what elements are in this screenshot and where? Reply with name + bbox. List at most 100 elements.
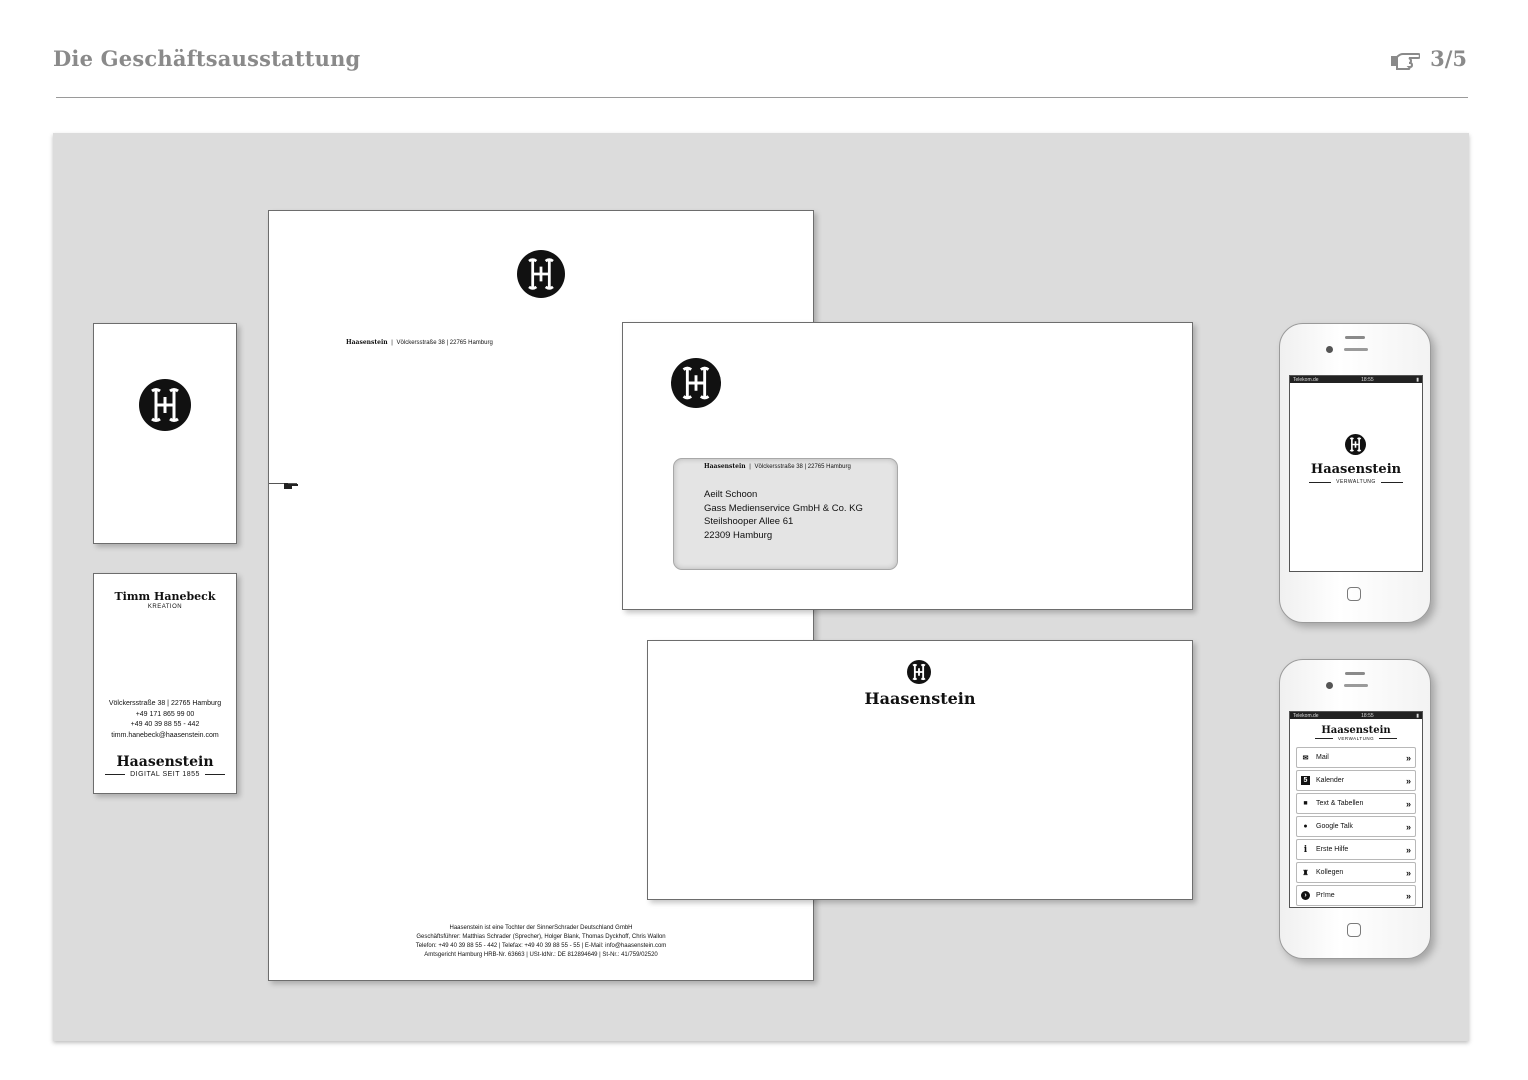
chevron-right-icon: » [1405, 890, 1411, 901]
mockup-board: Timm Hanebeck KREATION Völckersstraße 38… [53, 133, 1469, 1041]
subtitle-rule-right [1379, 738, 1398, 739]
card-name: Timm Hanebeck [114, 590, 216, 603]
haasenstein-logo-icon [139, 379, 191, 431]
chevron-right-icon: » [1405, 821, 1411, 832]
footer-line-3: Telefon: +49 40 39 88 55 - 442 | Telefax… [415, 943, 667, 949]
chat-bubble-icon: ● [1303, 823, 1308, 830]
mail-icon: ✉ [1302, 754, 1309, 762]
haasenstein-logo-icon [1345, 434, 1366, 455]
menu-item-google-talk[interactable]: ● Google Talk » [1296, 816, 1416, 837]
footer-line-1: Haasenstein ist eine Tochter der SinnerS… [449, 925, 633, 931]
phone-camera [1326, 682, 1333, 689]
chevron-right-icon: » [1405, 752, 1411, 763]
document-icon: ■ [1303, 800, 1308, 807]
envelope-sender-line: Haasenstein | Völckersstraße 38 | 22765 … [704, 463, 851, 470]
letterhead-footer: Haasenstein ist eine Tochter der SinnerS… [269, 924, 813, 960]
envelope-separator: | [749, 464, 751, 470]
card-email: timm.hanebeck@haasenstein.com [111, 731, 219, 739]
menu-subtitle-text: VERWALTUNG [1337, 736, 1375, 741]
home-button[interactable] [1347, 587, 1361, 601]
people-icon: ♜ [1302, 869, 1309, 877]
info-icon: i [1303, 844, 1308, 855]
menu-item-text-tabellen[interactable]: ■ Text & Tabellen » [1296, 793, 1416, 814]
footer-line-4: Amtsgericht Hamburg HRB-Nr. 63663 | USt-… [424, 952, 658, 958]
phone-camera [1326, 346, 1333, 353]
menu-item-mail[interactable]: ✉ Mail » [1296, 747, 1416, 768]
recipient-city: 22309 Hamburg [704, 529, 773, 541]
chevron-right-icon: » [1405, 844, 1411, 855]
envelope-sender-brand: Haasenstein [704, 463, 746, 470]
menu-item-label: Kalender [1316, 777, 1345, 784]
card-phone-mobile: +49 171 865 99 00 [135, 710, 195, 718]
envelope-back: Haasenstein [647, 640, 1193, 900]
battery-icon: ▮ [1416, 712, 1419, 719]
menu-item-kollegen[interactable]: ♜ Kollegen » [1296, 862, 1416, 883]
envelope-sender-address: Völckersstraße 38 | 22765 Hamburg [754, 464, 851, 470]
subtitle-rule-left [1309, 481, 1332, 483]
recipient-street: Steilshooper Allee 61 [704, 516, 794, 527]
letterhead-sender-brand: Haasenstein [346, 339, 388, 346]
splash-subtitle: VERWALTUNG [1290, 479, 1422, 485]
menu-item-label: Text & Tabellen [1316, 800, 1364, 807]
recipient-address: Aeilt Schoon Gass Medienservice GmbH & C… [704, 488, 863, 542]
envelope-back-brand: Haasenstein [864, 689, 976, 708]
menu-item-label: Mail [1316, 754, 1329, 761]
letterhead-separator: | [391, 340, 393, 346]
status-carrier: Telekom.de [1293, 712, 1319, 719]
subtitle-rule-right [1380, 481, 1403, 483]
card-phone-office: +49 40 39 88 55 - 442 [130, 721, 200, 728]
subtitle-rule-left [1314, 738, 1333, 739]
business-card-back: Timm Hanebeck KREATION Völckersstraße 38… [93, 573, 237, 794]
menu-subtitle: VERWALTUNG [1290, 736, 1422, 741]
envelope-window: Haasenstein | Völckersstraße 38 | 22765 … [622, 322, 1193, 610]
address-window: Haasenstein | Völckersstraße 38 | 22765 … [673, 458, 898, 570]
home-button[interactable] [1347, 923, 1361, 937]
splash-brand: Haasenstein [1310, 462, 1402, 477]
footer-line-2: Geschäftsführer: Matthias Schrader (Spre… [416, 934, 666, 940]
recipient-company: Gass Medienservice GmbH & Co. KG [704, 502, 863, 514]
status-time: 18:55 [1361, 712, 1374, 719]
recipient-name: Aeilt Schoon [704, 489, 758, 500]
status-bar: Telekom.de 18:55 ▮ [1290, 376, 1422, 383]
haasenstein-logo-icon [517, 250, 565, 298]
menu-item-label: Google Talk [1316, 823, 1353, 830]
haasenstein-logo-icon [907, 660, 931, 684]
card-role: KREATION [147, 604, 183, 610]
calendar-icon: 5 [1301, 776, 1310, 785]
phone-splash: Telekom.de 18:55 ▮ Haasenstein VERWALTUN… [1279, 323, 1431, 623]
pointing-hand-icon [284, 483, 298, 489]
menu-item-label: Pr!me [1316, 892, 1335, 899]
letterhead-sender-line: Haasenstein | Völckersstraße 38 | 22765 … [346, 339, 493, 346]
phone-speaker [1345, 672, 1365, 675]
menu-item-label: Kollegen [1316, 869, 1344, 876]
status-carrier: Telekom.de [1293, 376, 1319, 383]
haasenstein-logo-icon [671, 358, 721, 408]
splash-subtitle-text: VERWALTUNG [1336, 479, 1376, 485]
status-bar: Telekom.de 18:55 ▮ [1290, 712, 1422, 719]
header-divider [56, 97, 1468, 98]
menu-item-label: Erste Hilfe [1316, 846, 1349, 853]
prime-icon: › [1301, 891, 1310, 900]
card-tagline-text: DIGITAL SEIT 1855 [130, 771, 200, 778]
menu-item-prime[interactable]: › Pr!me » [1296, 885, 1416, 906]
business-card-front [93, 323, 237, 544]
card-brand: Haasenstein [116, 754, 214, 770]
card-contact: Völckersstraße 38 | 22765 Hamburg +49 17… [94, 699, 236, 741]
card-tagline: DIGITAL SEIT 1855 [94, 771, 236, 778]
tagline-rule-left [105, 774, 126, 775]
menu-brand: Haasenstein [1321, 725, 1391, 736]
phone-speaker [1345, 336, 1365, 339]
pointing-hand-icon [1391, 52, 1421, 70]
phone-earpiece [1344, 684, 1368, 687]
phone-screen: Telekom.de 18:55 ▮ Haasenstein VERWALTUN… [1289, 375, 1423, 572]
phone-menu: Telekom.de 18:55 ▮ Haasenstein VERWALTUN… [1279, 659, 1431, 959]
letterhead-sender-address: Völckersstraße 38 | 22765 Hamburg [396, 340, 493, 346]
phone-screen: Telekom.de 18:55 ▮ Haasenstein VERWALTUN… [1289, 711, 1423, 908]
page-number: 3/5 [1430, 46, 1467, 71]
menu-item-kalender[interactable]: 5 Kalender » [1296, 770, 1416, 791]
chevron-right-icon: » [1405, 775, 1411, 786]
page-counter: 3/5 [1390, 46, 1467, 71]
menu-item-erste-hilfe[interactable]: i Erste Hilfe » [1296, 839, 1416, 860]
phone-earpiece [1344, 348, 1368, 351]
chevron-right-icon: » [1405, 867, 1411, 878]
